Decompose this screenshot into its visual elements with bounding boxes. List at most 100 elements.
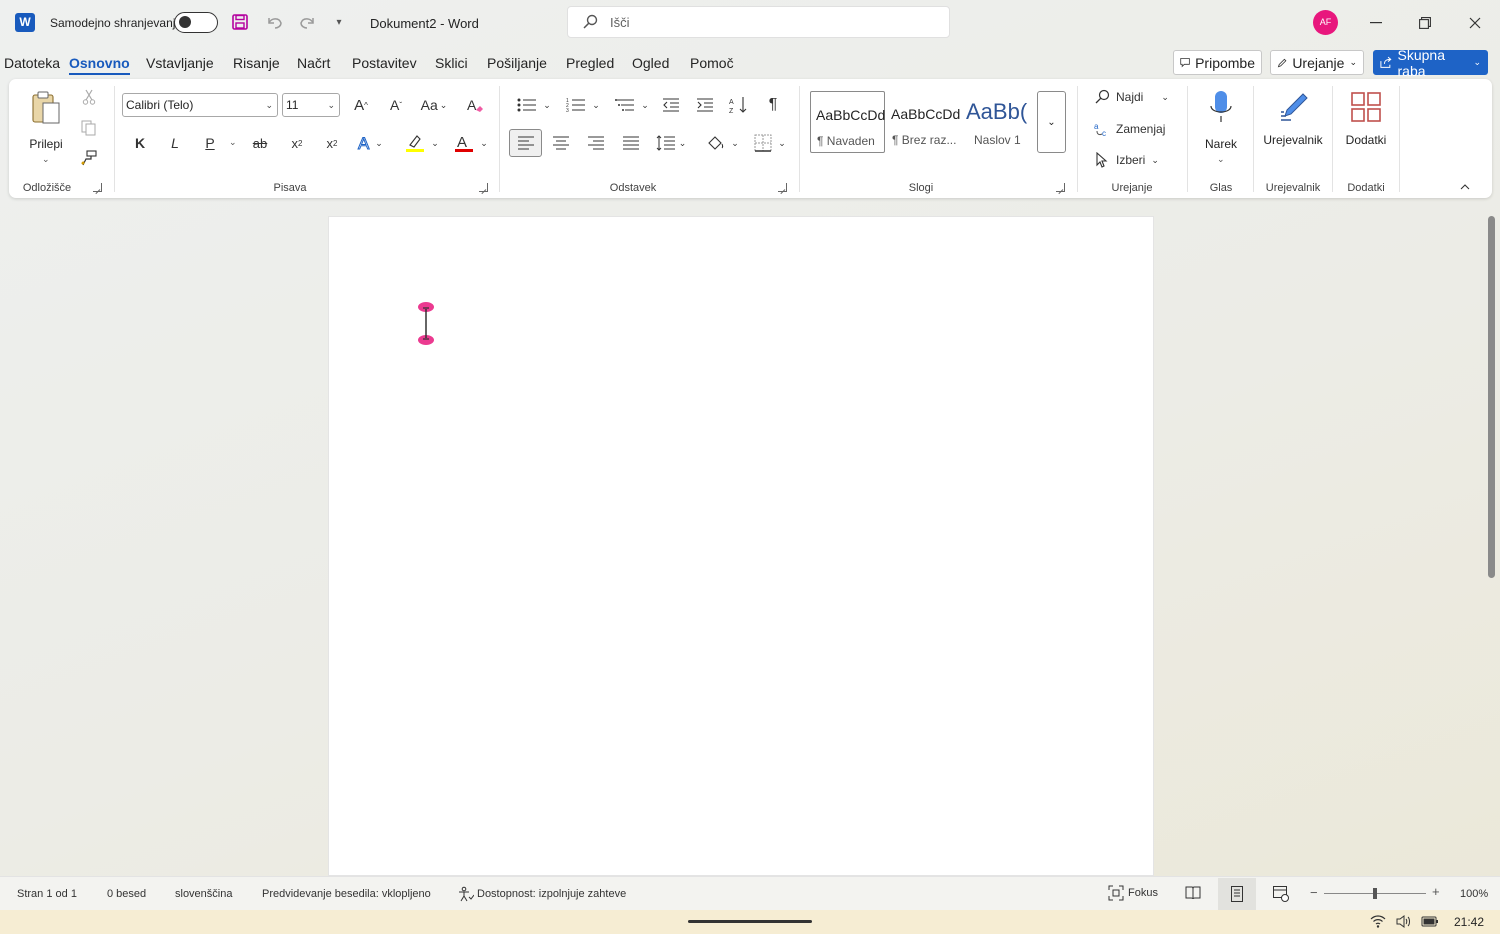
- style-heading-1[interactable]: AaBb( Naslov 1: [961, 91, 1036, 153]
- read-mode-icon[interactable]: [1185, 886, 1201, 903]
- underline-button[interactable]: P: [200, 132, 220, 154]
- shrink-font-icon[interactable]: Aˇ: [385, 93, 407, 117]
- web-layout-icon[interactable]: [1273, 886, 1289, 905]
- tab-home[interactable]: Osnovno: [69, 55, 130, 75]
- editing-mode-button[interactable]: Urejanje ⌄: [1270, 50, 1364, 75]
- battery-icon[interactable]: [1421, 915, 1439, 931]
- page-count[interactable]: Stran 1 od 1: [17, 888, 77, 900]
- tab-help[interactable]: Pomoč: [690, 55, 734, 71]
- autosave-toggle[interactable]: [174, 12, 218, 33]
- cut-icon[interactable]: [80, 88, 98, 106]
- style-no-spacing[interactable]: AaBbCcDd ¶ Brez raz...: [886, 91, 961, 153]
- minimize-icon[interactable]: [1364, 12, 1388, 34]
- tab-mailings[interactable]: Pošiljanje: [487, 55, 547, 71]
- zoom-out-icon[interactable]: −: [1310, 885, 1318, 900]
- highlight-color-icon[interactable]: ⌄: [402, 132, 442, 154]
- focus-button[interactable]: Fokus: [1108, 885, 1158, 901]
- avatar[interactable]: AF: [1313, 10, 1338, 35]
- tab-draw[interactable]: Risanje: [233, 55, 280, 71]
- bold-button[interactable]: K: [130, 132, 150, 154]
- tab-view[interactable]: Ogled: [632, 55, 669, 71]
- search-box[interactable]: Išči: [567, 6, 950, 38]
- align-center-icon[interactable]: [550, 132, 572, 154]
- styles-launcher-icon[interactable]: [1056, 183, 1065, 192]
- paste-label: Prilepi: [29, 137, 63, 151]
- zoom-level[interactable]: 100%: [1460, 888, 1488, 900]
- clipboard-launcher-icon[interactable]: [93, 183, 102, 192]
- multilevel-list-icon[interactable]: ⌄: [612, 94, 652, 116]
- vertical-scrollbar[interactable]: [1488, 216, 1495, 578]
- subscript-button[interactable]: x2: [287, 132, 307, 154]
- volume-icon[interactable]: [1396, 915, 1412, 931]
- copy-icon[interactable]: [80, 119, 98, 137]
- paste-icon[interactable]: [28, 88, 64, 128]
- redo-icon[interactable]: [297, 11, 319, 33]
- language-status[interactable]: slovenščina: [175, 888, 232, 900]
- font-size-combo[interactable]: 11 ⌄: [282, 93, 340, 117]
- line-spacing-icon[interactable]: ⌄: [654, 132, 688, 154]
- increase-indent-icon[interactable]: [694, 94, 716, 116]
- select-button[interactable]: Izberi ⌄: [1094, 149, 1174, 171]
- strikethrough-button[interactable]: ab: [249, 132, 271, 154]
- paste-dropdown-icon[interactable]: ⌄: [42, 154, 50, 165]
- paragraph-launcher-icon[interactable]: [778, 183, 787, 192]
- home-indicator[interactable]: [688, 920, 812, 923]
- italic-button[interactable]: L: [165, 132, 185, 154]
- undo-icon[interactable]: [263, 11, 285, 33]
- font-launcher-icon[interactable]: [479, 183, 488, 192]
- comments-button[interactable]: Pripombe: [1173, 50, 1262, 75]
- microphone-icon[interactable]: [1203, 88, 1239, 126]
- change-case-icon[interactable]: Aa ⌄: [418, 93, 450, 117]
- voice-group-label: Glas: [1209, 182, 1233, 194]
- decrease-indent-icon[interactable]: [660, 94, 682, 116]
- zoom-in-icon[interactable]: +: [1432, 884, 1440, 899]
- tab-review[interactable]: Pregled: [566, 55, 614, 71]
- clipboard-group-label: Odložišče: [22, 182, 72, 194]
- editor-icon[interactable]: [1276, 88, 1312, 126]
- align-right-icon[interactable]: [585, 132, 607, 154]
- close-icon[interactable]: [1463, 12, 1487, 34]
- shading-icon[interactable]: ⌄: [702, 132, 742, 154]
- borders-icon[interactable]: ⌄: [750, 132, 790, 154]
- tab-layout[interactable]: Postavitev: [352, 55, 417, 71]
- font-name-combo[interactable]: Calibri (Telo) ⌄: [122, 93, 278, 117]
- zoom-slider-track[interactable]: [1324, 888, 1426, 899]
- find-button[interactable]: Najdi ⌄: [1094, 86, 1174, 108]
- sort-icon[interactable]: AZ: [728, 94, 750, 116]
- align-left-icon[interactable]: [509, 129, 542, 157]
- tab-references[interactable]: Sklici: [435, 55, 468, 71]
- justify-icon[interactable]: [620, 132, 642, 154]
- document-page[interactable]: [328, 216, 1154, 876]
- restore-icon[interactable]: [1413, 12, 1437, 34]
- share-button[interactable]: Skupna raba ⌄: [1373, 47, 1488, 79]
- styles-more-icon[interactable]: ⌄: [1037, 91, 1066, 153]
- underline-dropdown-icon[interactable]: ⌄: [229, 137, 237, 148]
- wifi-icon[interactable]: [1370, 915, 1386, 931]
- replace-button[interactable]: ac Zamenjaj: [1094, 118, 1174, 140]
- dictate-dropdown-icon[interactable]: ⌄: [1217, 154, 1225, 165]
- font-group-label: Pisava: [273, 182, 307, 194]
- text-prediction-status[interactable]: Predvidevanje besedila: vklopljeno: [262, 888, 431, 900]
- customize-qat-icon[interactable]: ▾: [328, 11, 350, 33]
- collapse-ribbon-icon[interactable]: [1458, 180, 1472, 194]
- accessibility-status[interactable]: Dostopnost: izpolnjuje zahteve: [458, 886, 626, 902]
- font-color-icon[interactable]: A ⌄: [452, 132, 490, 154]
- style-normal[interactable]: AaBbCcDd ¶ Navaden: [810, 91, 885, 153]
- word-count[interactable]: 0 besed: [107, 888, 146, 900]
- format-painter-icon[interactable]: [80, 149, 98, 167]
- print-layout-icon[interactable]: [1218, 878, 1256, 910]
- text-effects-icon[interactable]: A ⌄: [354, 132, 386, 154]
- grow-font-icon[interactable]: A ^: [350, 93, 372, 117]
- tab-file[interactable]: Datoteka: [4, 55, 60, 71]
- add-ins-icon[interactable]: [1348, 88, 1384, 126]
- tab-insert[interactable]: Vstavljanje: [146, 55, 214, 71]
- superscript-button[interactable]: x2: [322, 132, 342, 154]
- save-icon[interactable]: [229, 11, 251, 33]
- bullets-icon[interactable]: ⌄: [514, 94, 554, 116]
- zoom-slider-thumb[interactable]: [1373, 888, 1377, 899]
- svg-text:A: A: [457, 134, 467, 151]
- show-formatting-marks-icon[interactable]: ¶: [762, 94, 784, 116]
- clear-formatting-icon[interactable]: A: [464, 93, 486, 117]
- tab-design[interactable]: Načrt: [297, 55, 330, 71]
- numbering-icon[interactable]: 1 2 3 ⌄: [563, 94, 603, 116]
